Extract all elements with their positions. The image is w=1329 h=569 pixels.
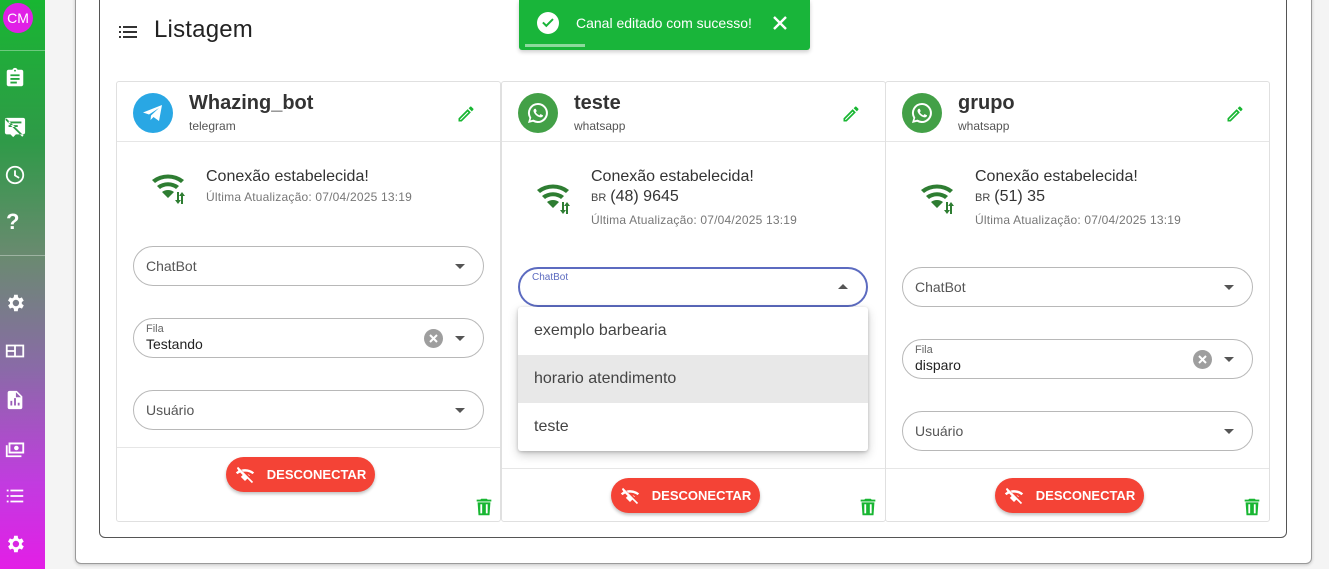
wifi-off-icon — [235, 465, 255, 485]
sidebar-divider — [0, 50, 45, 51]
channel-card: teste whatsapp Conexão estabelecida! BR(… — [501, 81, 886, 522]
toast-progress — [525, 44, 585, 47]
page-title: Listagem — [154, 16, 253, 43]
connection-status: Conexão estabelecida! — [975, 168, 1138, 185]
disconnect-button[interactable]: DESCONECTAR — [226, 457, 375, 492]
edit-icon[interactable] — [841, 104, 861, 124]
disconnect-label: DESCONECTAR — [1035, 488, 1136, 503]
fila-label: Fila — [146, 323, 164, 335]
chatbot-placeholder: ChatBot — [146, 258, 197, 274]
trash-icon[interactable] — [473, 496, 495, 518]
chevron-down-icon[interactable] — [455, 264, 465, 269]
chevron-down-icon[interactable] — [1224, 285, 1234, 290]
menu-item[interactable]: horario atendimento — [518, 355, 868, 403]
wifi-sync-icon — [151, 170, 189, 206]
fila-select[interactable]: Fila Testando — [133, 318, 484, 358]
chevron-down-icon[interactable] — [1224, 429, 1234, 434]
card-header: grupo whatsapp — [886, 82, 1269, 142]
card-footer: DESCONECTAR — [502, 468, 885, 523]
channel-name: grupo — [958, 92, 1015, 114]
menu-item[interactable]: exemplo barbearia — [518, 307, 868, 355]
phone-number: BR (48) 9645 — [591, 188, 679, 206]
help-icon[interactable]: ? — [6, 209, 19, 235]
settings-icon[interactable] — [4, 533, 26, 555]
phone-value: (48) 9645 — [610, 188, 679, 205]
usuario-placeholder: Usuário — [915, 423, 964, 439]
edit-icon[interactable] — [456, 104, 476, 124]
country-code: BR — [591, 192, 607, 204]
trash-icon[interactable] — [1241, 496, 1263, 518]
edit-icon[interactable] — [1225, 104, 1245, 124]
last-update: Última Atualização: 07/04/2025 13:19 — [206, 190, 413, 204]
clear-icon[interactable] — [424, 329, 443, 348]
wifi-off-icon — [620, 486, 640, 506]
chatbot-select[interactable]: ChatBot — [902, 267, 1253, 307]
connection-status: Conexão estabelecida! — [206, 168, 369, 185]
list-icon — [119, 26, 137, 38]
chevron-up-icon[interactable] — [838, 284, 848, 289]
phone-number: BR (51) 35 — [975, 188, 1045, 206]
chatbot-dropdown-menu: exemplo barbearia horario atendimento te… — [518, 307, 868, 451]
sidebar: CM ? — [0, 0, 45, 569]
clear-icon[interactable] — [1193, 350, 1212, 369]
fila-value: Testando — [146, 336, 203, 352]
wifi-sync-icon — [920, 180, 958, 216]
clock-icon[interactable] — [4, 164, 26, 186]
channel-card: grupo whatsapp Conexão estabelecida! BR(… — [885, 81, 1270, 522]
usuario-select[interactable]: Usuário — [133, 390, 484, 430]
usuario-select[interactable]: Usuário — [902, 411, 1253, 451]
channel-type: telegram — [189, 119, 236, 133]
disconnect-button[interactable]: DESCONECTAR — [995, 478, 1144, 513]
fila-label: Fila — [915, 344, 933, 356]
card-footer: DESCONECTAR — [886, 468, 1269, 523]
disconnect-label: DESCONECTAR — [651, 488, 752, 503]
wifi-sync-icon — [536, 180, 574, 216]
check-circle-icon — [537, 12, 559, 34]
avatar[interactable]: CM — [3, 3, 33, 33]
chatbot-placeholder: ChatBot — [915, 279, 966, 295]
menu-item[interactable]: teste — [518, 403, 868, 451]
money-icon[interactable] — [4, 437, 26, 459]
channel-name: teste — [574, 92, 621, 114]
card-footer: DESCONECTAR — [117, 447, 500, 523]
phone-value: (51) 35 — [994, 188, 1045, 205]
last-update: Última Atualização: 07/04/2025 13:19 — [591, 213, 798, 227]
whatsapp-icon — [902, 93, 942, 133]
channel-card: Whazing_bot telegram Conexão estabelecid… — [116, 81, 501, 522]
success-toast: Canal editado com sucesso! — [519, 0, 810, 50]
channel-type: whatsapp — [574, 119, 626, 133]
trash-icon[interactable] — [857, 496, 879, 518]
list-icon[interactable] — [4, 485, 26, 507]
wifi-off-icon — [1004, 486, 1024, 506]
chevron-down-icon[interactable] — [455, 408, 465, 413]
fila-select[interactable]: Fila disparo — [902, 339, 1253, 379]
usuario-placeholder: Usuário — [146, 402, 195, 418]
report-icon[interactable] — [4, 389, 26, 411]
fila-value: disparo — [915, 357, 961, 373]
dashboard-icon[interactable] — [4, 340, 26, 362]
clipboard-icon[interactable] — [4, 67, 26, 89]
chatbot-select[interactable]: ChatBot — [518, 267, 868, 307]
sidebar-divider — [0, 255, 45, 256]
chatbot-select[interactable]: ChatBot — [133, 246, 484, 286]
disconnect-button[interactable]: DESCONECTAR — [611, 478, 760, 513]
toast-message: Canal editado com sucesso! — [576, 15, 752, 31]
chevron-down-icon[interactable] — [1224, 357, 1234, 362]
channel-name: Whazing_bot — [189, 92, 314, 114]
gear-icon[interactable] — [4, 292, 26, 314]
whatsapp-icon — [518, 93, 558, 133]
chatbot-label: ChatBot — [532, 272, 569, 283]
close-icon[interactable] — [770, 13, 790, 33]
chevron-down-icon[interactable] — [455, 336, 465, 341]
card-header: Whazing_bot telegram — [117, 82, 500, 142]
telegram-icon — [133, 93, 173, 133]
country-code: BR — [975, 192, 991, 204]
connection-status: Conexão estabelecida! — [591, 168, 754, 185]
disconnect-label: DESCONECTAR — [266, 467, 367, 482]
message-off-icon[interactable] — [4, 116, 26, 138]
card-header: teste whatsapp — [502, 82, 885, 142]
last-update: Última Atualização: 07/04/2025 13:19 — [975, 213, 1182, 227]
channel-type: whatsapp — [958, 119, 1010, 133]
